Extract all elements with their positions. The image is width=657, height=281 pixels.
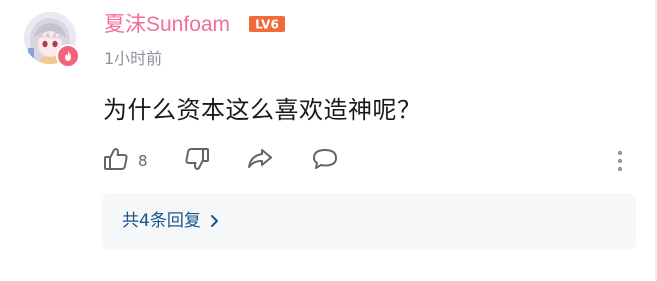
reply-summary: 共4条回复 bbox=[122, 211, 201, 231]
view-replies-link[interactable]: 共4条回复 bbox=[122, 209, 219, 233]
more-options-button[interactable] bbox=[612, 148, 628, 178]
like-count: 8 bbox=[138, 152, 148, 170]
thumbs-up-icon bbox=[102, 145, 130, 177]
like-button[interactable]: 8 bbox=[102, 146, 148, 176]
share-button[interactable] bbox=[245, 146, 275, 176]
flame-icon bbox=[56, 44, 80, 68]
timestamp: 1小时前 bbox=[104, 49, 163, 68]
comment-card: 夏沫Sunfoam LV6 1小时前 为什么资本这么喜欢造神呢？ 8 共4条回复 bbox=[0, 0, 657, 281]
share-arrow-icon bbox=[245, 145, 275, 177]
level-badge: LV6 bbox=[248, 14, 286, 34]
level-text: LV6 bbox=[255, 18, 279, 32]
replies-panel: 共4条回复 bbox=[102, 193, 636, 250]
username[interactable]: 夏沫Sunfoam bbox=[104, 11, 230, 39]
reply-button[interactable] bbox=[310, 146, 340, 176]
avatar[interactable] bbox=[24, 12, 80, 68]
vertical-dots-icon bbox=[612, 148, 628, 178]
chevron-right-icon bbox=[209, 214, 219, 228]
chat-bubble-icon bbox=[310, 145, 340, 177]
dislike-button[interactable] bbox=[183, 146, 211, 176]
thumbs-down-icon bbox=[183, 145, 211, 177]
comment-text: 为什么资本这么喜欢造神呢？ bbox=[103, 96, 422, 124]
